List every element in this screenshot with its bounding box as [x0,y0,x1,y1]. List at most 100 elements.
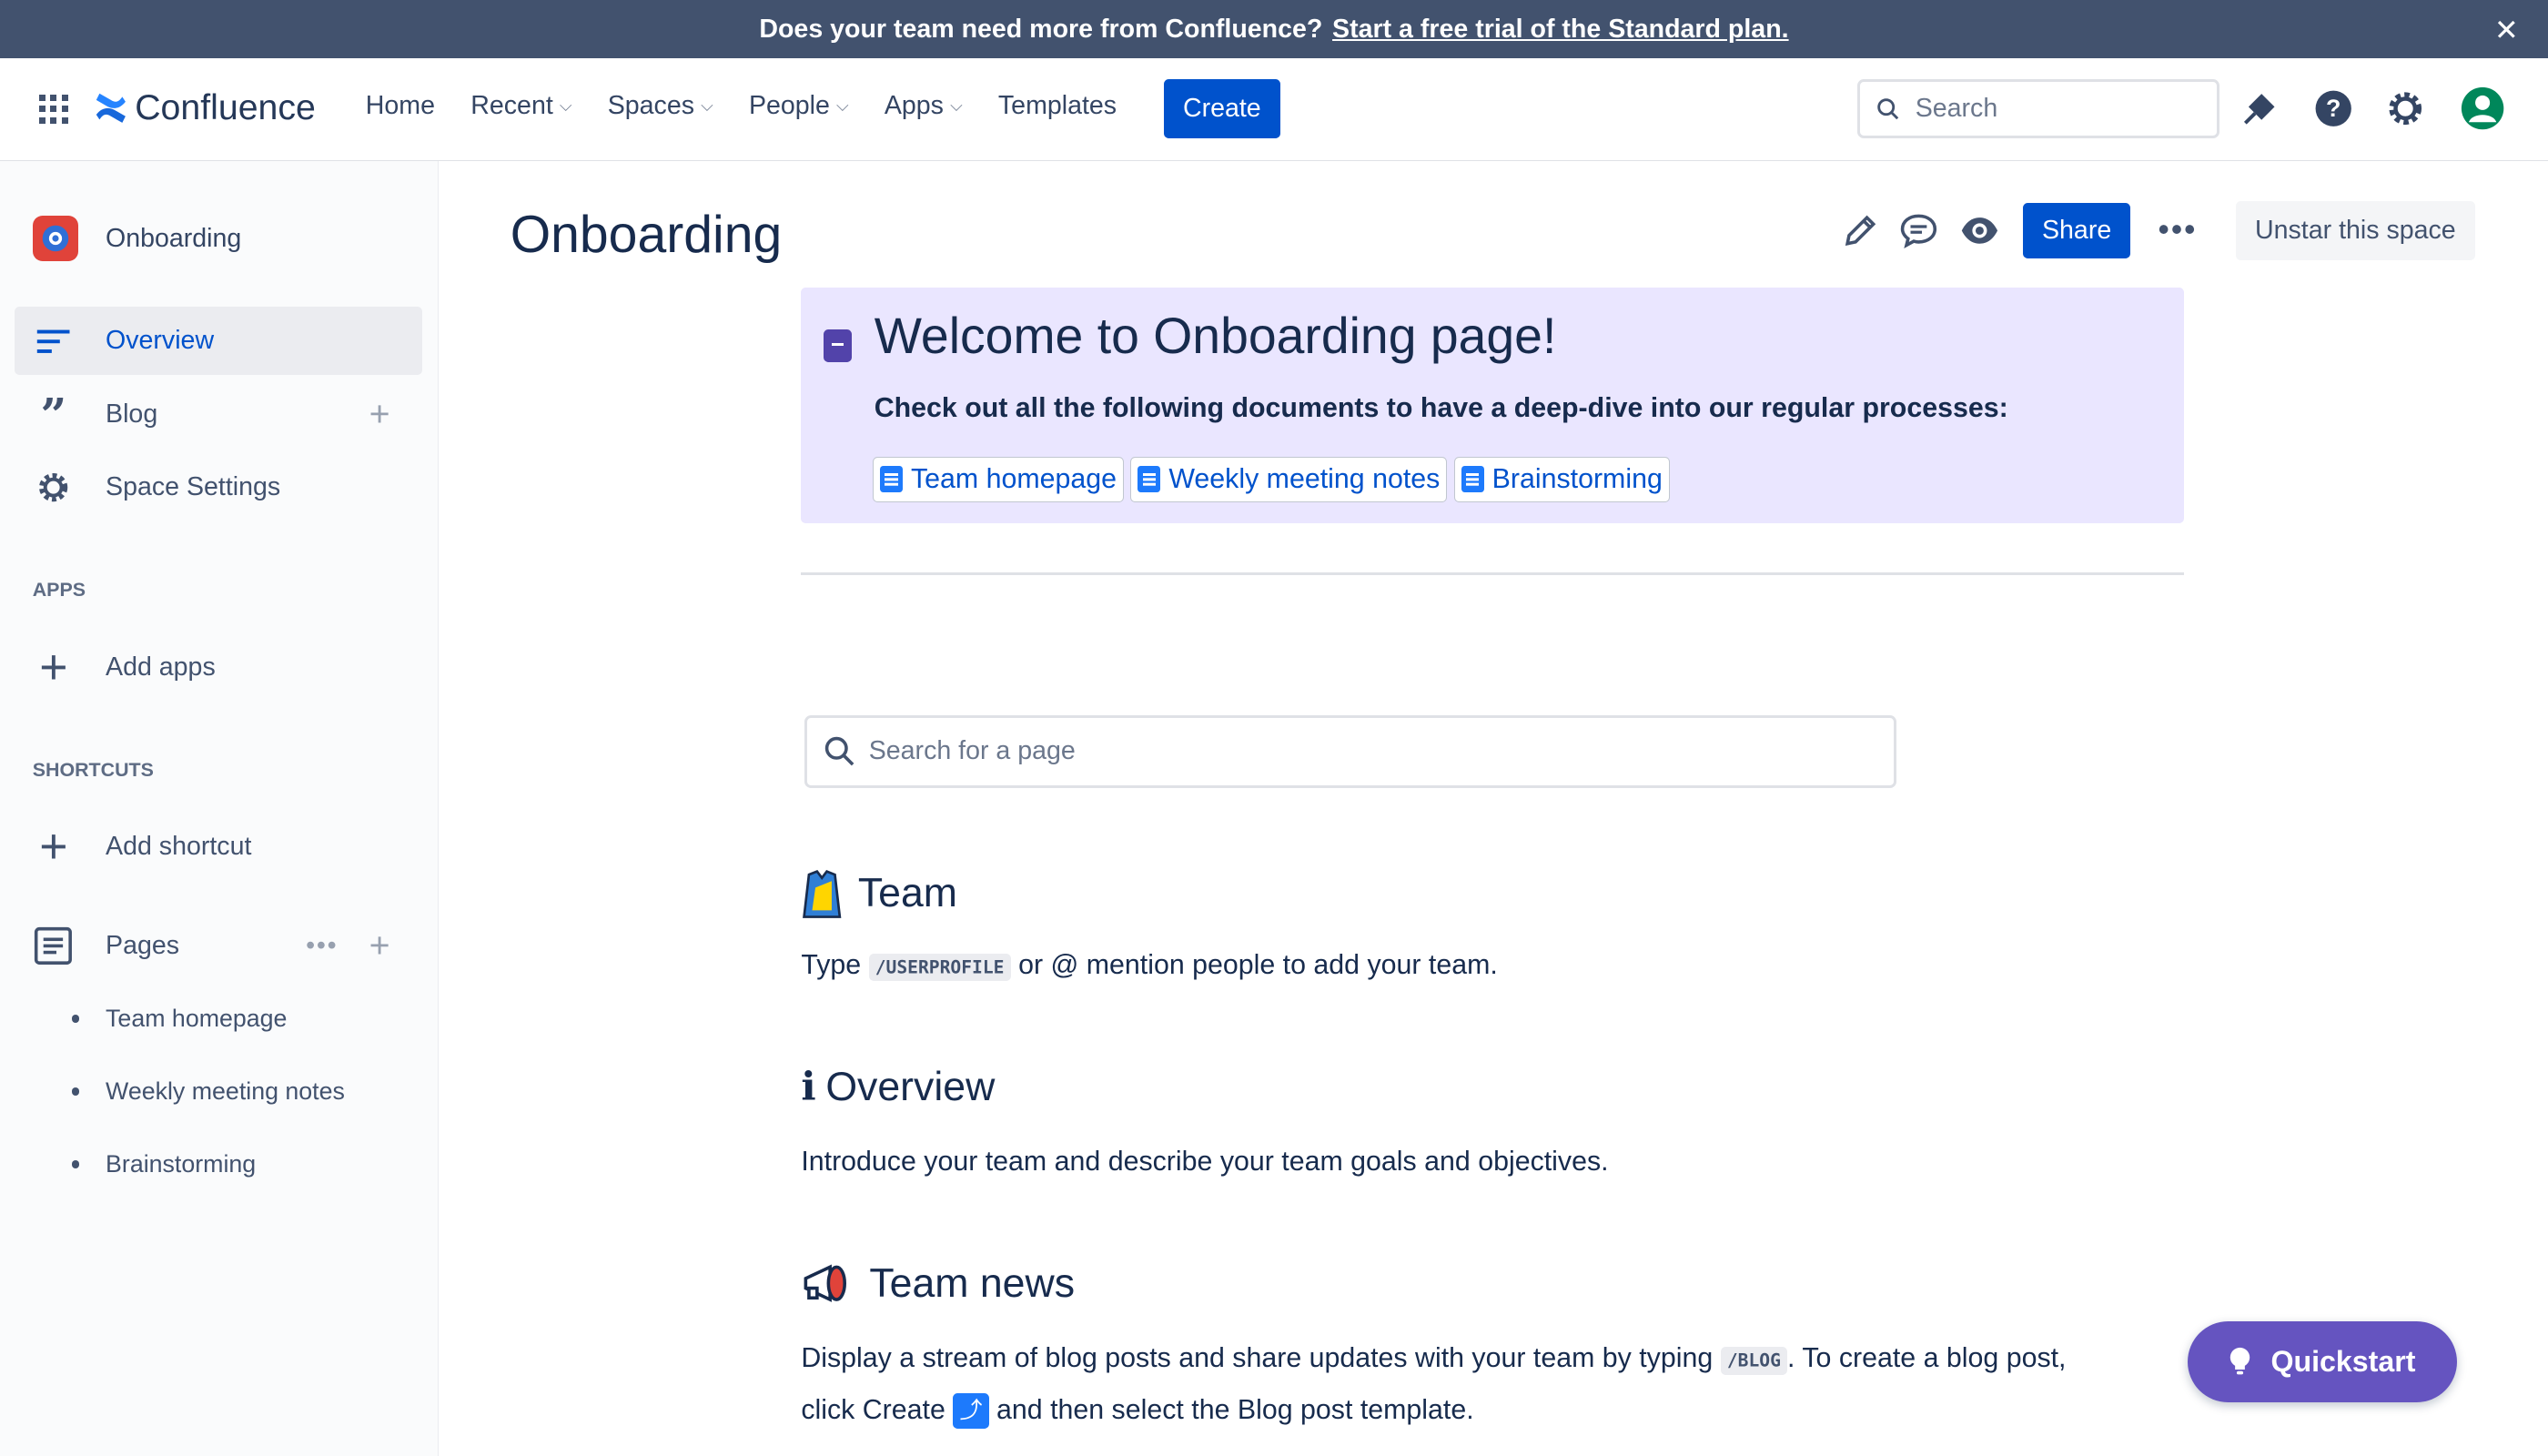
help-icon[interactable]: ? [2312,87,2354,129]
panel-link-team-homepage[interactable]: Team homepage [872,456,1125,502]
search-icon [824,736,854,766]
add-blog-icon[interactable]: + [369,394,390,435]
sidebar-item-blog[interactable]: ” Blog + [15,380,422,449]
chevron-down-icon: ⌵ [559,96,572,115]
page-icon [1138,466,1161,493]
team-text: Type /USERPROFILE or @ mention people to… [801,949,1498,982]
nav-people[interactable]: People ⌵ [749,91,849,121]
top-navigation: Confluence Home Recent ⌵ Spaces ⌵ People ⌵ … [0,58,2548,161]
megaphone-icon [804,1265,847,1303]
search-icon [1877,98,1899,120]
bullet-icon [71,1087,80,1096]
unstar-space-button[interactable]: Unstar this space [2236,201,2475,260]
page-search-placeholder: Search for a page [868,736,1076,766]
chevron-down-icon: ⌵ [950,96,963,115]
pages-icon [34,926,73,966]
create-shortcut-icon: ⤴ [953,1392,989,1430]
sidebar-item-label: Blog [106,399,158,429]
userprofile-code: /USERPROFILE [868,954,1011,982]
nav-apps[interactable]: Apps ⌵ [885,91,963,121]
panel-title: Welcome to Onboarding page! [874,308,1557,365]
confluence-logo[interactable]: Confluence [95,87,316,128]
bullet-icon [71,1160,80,1169]
welcome-panel: Welcome to Onboarding page! Check out al… [801,288,2184,523]
link-label: Team homepage [910,463,1117,494]
panel-subtitle: Check out all the following documents to… [874,393,2008,424]
link-label: Brainstorming [1491,463,1663,494]
page-tree-label: Team homepage [106,1004,288,1032]
panel-link-weekly-meeting-notes[interactable]: Weekly meeting notes [1130,456,1448,502]
space-header[interactable]: Onboarding [32,216,242,262]
banner-trial-link[interactable]: Start a free trial of the Standard plan. [1332,15,1789,45]
page-tree-item[interactable]: Team homepage [71,1004,288,1033]
svg-text:?: ? [2326,96,2341,123]
nav-spaces[interactable]: Spaces ⌵ [608,91,713,121]
sidebar-item-add-apps[interactable]: + Add apps [15,633,422,702]
sidebar-item-add-shortcut[interactable]: + Add shortcut [15,813,422,881]
confluence-logo-icon [96,93,126,123]
search-placeholder: Search [1915,94,1998,124]
more-actions-icon[interactable]: ••• [2158,211,2197,248]
space-avatar [32,216,78,262]
page-tree-label: Brainstorming [106,1150,257,1178]
overview-lines-icon [34,322,73,361]
comment-icon[interactable] [1899,211,1938,250]
page-search-input[interactable]: Search for a page [804,714,1896,789]
lightbulb-icon [2230,1348,2250,1375]
blog-code: /BLOG [1720,1347,1788,1375]
sidebar-item-pages[interactable]: Pages ••• + [15,912,422,980]
trial-banner: Does your team need more from Confluence… [0,0,2548,59]
plus-icon: + [39,641,68,695]
divider [801,571,2184,576]
quickstart-button[interactable]: Quickstart [2187,1320,2457,1403]
sidebar-item-label: Space Settings [106,472,281,502]
team-heading: Team [801,868,957,920]
sidebar-item-label: Pages [106,930,180,960]
team-jersey-icon [803,869,842,918]
sidebar-item-label: Add apps [106,652,216,682]
link-label: Weekly meeting notes [1168,463,1441,494]
close-icon[interactable]: ✕ [2494,13,2519,47]
space-name: Onboarding [106,223,242,253]
nav-templates[interactable]: Templates [998,91,1117,121]
banner-text: Does your team need more from Confluence… [759,14,1323,44]
quote-icon: ” [40,387,67,441]
note-icon [824,329,852,363]
add-page-icon[interactable]: + [369,925,390,966]
space-sidebar: Onboarding Overview ” Blog + Space Setti… [0,160,440,1456]
apps-section-label: APPS [32,578,86,601]
edit-pencil-icon[interactable] [1841,211,1880,250]
more-actions-icon[interactable]: ••• [306,931,338,961]
chevron-down-icon: ⌵ [836,96,849,115]
notifications-icon[interactable] [2240,87,2282,129]
create-button[interactable]: Create [1163,79,1281,138]
quickstart-label: Quickstart [2270,1344,2416,1378]
info-icon: i [801,1064,816,1110]
page-icon [1461,466,1484,493]
team-news-heading: Team news [801,1261,1075,1307]
settings-gear-icon[interactable] [2384,87,2426,129]
page-icon [880,466,904,493]
page-tree-item[interactable]: Brainstorming [71,1150,257,1178]
plus-icon: + [39,819,68,874]
panel-link-brainstorming[interactable]: Brainstorming [1453,456,1670,502]
watch-eye-icon[interactable] [1960,211,1999,250]
sidebar-item-label: Overview [106,326,215,356]
page-tree-item[interactable]: Weekly meeting notes [71,1077,345,1106]
page-title: Onboarding [510,205,783,264]
chevron-down-icon: ⌵ [701,96,713,115]
bullet-icon [71,1014,80,1023]
share-button[interactable]: Share [2023,203,2131,258]
sidebar-item-label: Add shortcut [106,831,252,861]
sidebar-item-overview[interactable]: Overview [15,307,423,376]
nav-home[interactable]: Home [366,91,435,121]
gear-icon [34,468,73,507]
app-switcher-icon[interactable] [38,94,68,124]
nav-recent[interactable]: Recent ⌵ [470,91,571,121]
search-input[interactable]: Search [1857,79,2220,138]
brand-name: Confluence [135,87,316,128]
user-avatar-icon[interactable] [2461,86,2504,130]
sidebar-item-space-settings[interactable]: Space Settings [15,453,422,521]
overview-text: Introduce your team and describe your te… [801,1146,1609,1177]
shortcuts-section-label: SHORTCUTS [32,758,154,781]
